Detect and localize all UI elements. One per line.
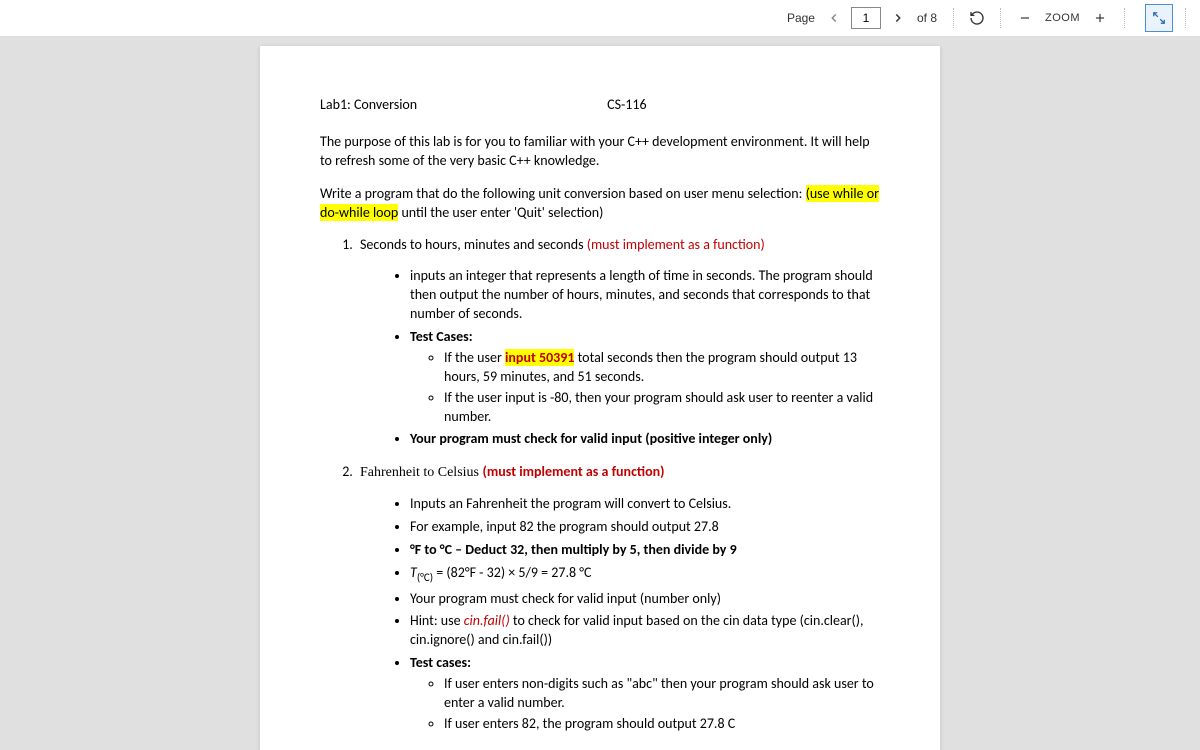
intro-paragraph: The purpose of this lab is for you to fa… [320,133,880,171]
pdf-toolbar: Page of 8 ZOOM [0,0,1200,36]
zoom-label: ZOOM [1045,12,1080,24]
bullet: For example, input 82 the program should… [410,518,880,537]
chevron-right-icon [891,11,905,25]
doc-body: The purpose of this lab is for you to fa… [320,133,880,750]
doc-header: Lab1: Conversion CS-116 [320,96,880,115]
page-label: Page [787,11,815,25]
subbullets: If the user input 50391 total seconds th… [410,349,880,427]
page-total-label: of 8 [917,11,937,25]
bullet: Test Cases: If the user input 50391 tota… [410,328,880,426]
highlight-input: input 50391 [505,349,574,366]
minus-icon [1018,11,1032,25]
numbered-list: Seconds to hours, minutes and seconds (m… [320,236,880,750]
bullets-2: Inputs an Fahrenheit the program will co… [360,495,880,734]
next-page-button[interactable] [887,7,909,29]
zoom-in-button[interactable] [1088,6,1112,30]
bullet: °F to °C – Deduct 32, then multiply by 5… [410,541,880,560]
fullscreen-button[interactable] [1145,4,1173,32]
bullet: Your program must check for valid input … [410,590,880,609]
bullet: Inputs an Fahrenheit the program will co… [410,495,880,514]
page-number-input[interactable] [851,7,881,29]
document-viewport[interactable]: Lab1: Conversion CS-116 The purpose of t… [0,36,1200,750]
prev-page-button[interactable] [823,7,845,29]
toolbar-divider [1000,8,1001,28]
instruction-paragraph: Write a program that do the following un… [320,185,880,223]
reload-button[interactable] [966,7,988,29]
plus-icon [1093,11,1107,25]
bullet: Your program must check for valid input … [410,430,880,449]
subbullet: If the user input 50391 total seconds th… [444,349,880,387]
bullet: inputs an integer that represents a leng… [410,267,880,324]
toolbar-divider [953,8,954,28]
subbullets-2: If user enters non-digits such as "abc" … [410,675,880,734]
doc-title-left: Lab1: Conversion [320,96,417,115]
subbullet: If user enters 82, the program should ou… [444,715,880,734]
list-item-2: Fahrenheit to Celsius (must implement as… [356,463,880,733]
chevron-left-icon [827,11,841,25]
bullet: Test cases: If user enters non-digits su… [410,654,880,734]
bullets-1: inputs an integer that represents a leng… [360,267,880,449]
subbullet: If user enters non-digits such as "abc" … [444,675,880,713]
bullet: T(°C) = (82°F - 32) × 5/9 = 27.8 °C [410,564,880,586]
document-page: Lab1: Conversion CS-116 The purpose of t… [260,46,940,750]
bullet: Hint: use cin.fail() to check for valid … [410,612,880,650]
toolbar-divider [1124,8,1125,28]
zoom-out-button[interactable] [1013,6,1037,30]
doc-title-right: CS-116 [607,96,646,115]
toolbar-divider [1185,8,1186,28]
list-item-1: Seconds to hours, minutes and seconds (m… [356,236,880,449]
subbullet: If the user input is -80, then your prog… [444,389,880,427]
fullscreen-exit-icon [1152,11,1166,25]
reload-icon [969,10,985,26]
